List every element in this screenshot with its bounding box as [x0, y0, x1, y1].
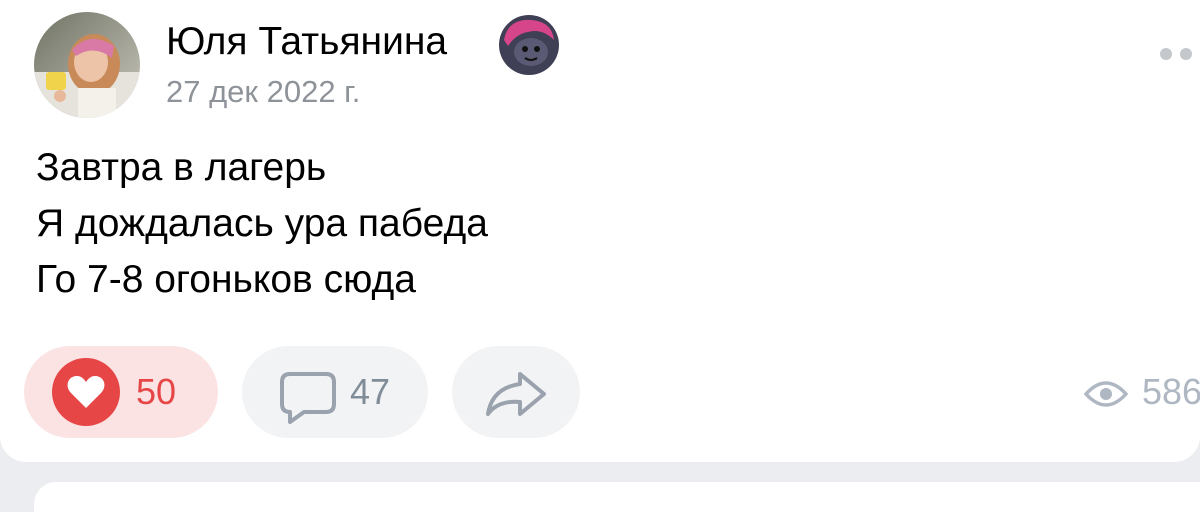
next-post-card [34, 482, 1200, 512]
author-name[interactable]: Юля Татьянина [166, 18, 447, 66]
share-button[interactable] [452, 346, 580, 438]
comment-bubble-icon [280, 372, 336, 424]
like-circle [52, 358, 120, 426]
more-options-button[interactable] [1156, 40, 1200, 66]
comment-count: 47 [350, 371, 391, 412]
like-count: 50 [136, 371, 177, 412]
eye-icon [1084, 381, 1128, 407]
comment-button[interactable]: 47 [242, 346, 428, 438]
more-dot-icon [1180, 48, 1192, 60]
post-date[interactable]: 27 дек 2022 г. [166, 72, 360, 112]
like-button[interactable]: 50 [24, 346, 218, 438]
post-text-line: Го 7-8 огоньков сюда [36, 258, 416, 301]
share-arrow-icon [486, 372, 546, 416]
more-dots-icon [1160, 48, 1172, 60]
avatar-photo-icon [34, 12, 140, 118]
post-text-line: Завтра в лагерь [36, 146, 327, 189]
post-card: Юля Татьянина 27 дек 2022 г. Завтра в ла… [0, 0, 1200, 462]
author-avatar[interactable] [34, 12, 140, 118]
views-count: 586 [1142, 371, 1200, 412]
heart-icon [67, 375, 105, 408]
profile-badge-icon[interactable] [498, 14, 560, 76]
post-text: Завтра в лагерь Я дождалась ура пабеда Г… [36, 140, 488, 308]
feed-gap [0, 462, 1200, 512]
post-text-line: Я дождалась ура пабеда [36, 202, 488, 245]
